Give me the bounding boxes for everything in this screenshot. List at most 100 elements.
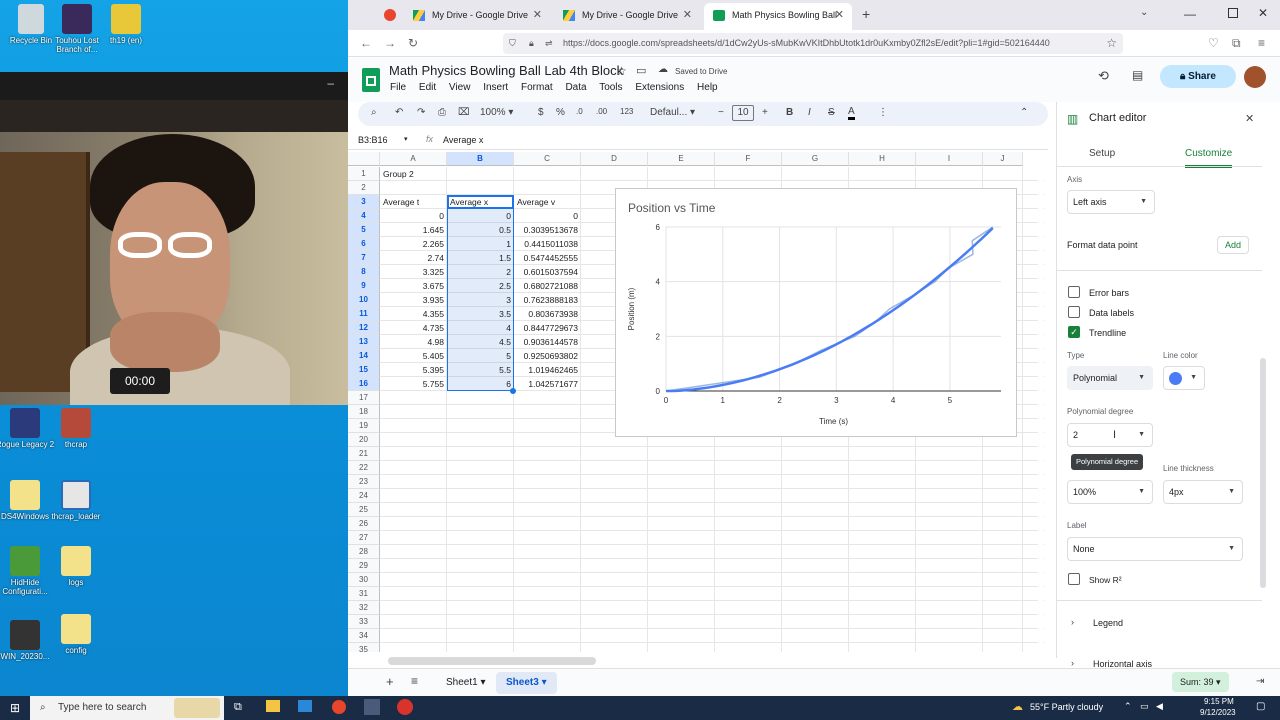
strikethrough-button[interactable]: S [828, 107, 835, 118]
font-size-input[interactable]: 10 [732, 105, 754, 121]
new-tab-icon[interactable]: + [862, 6, 870, 22]
reload-icon[interactable]: ↻ [408, 36, 418, 50]
column-header-d[interactable]: D [581, 152, 648, 166]
sum-display[interactable]: Sum: 39 ▾ [1172, 672, 1229, 692]
undo-icon[interactable]: ↶ [395, 107, 403, 118]
row-header[interactable]: 15 [348, 363, 380, 377]
pocket-icon[interactable]: ♡ [1208, 36, 1219, 50]
column-header-e[interactable]: E [648, 152, 715, 166]
error-bars-checkbox[interactable] [1068, 286, 1080, 298]
close-icon[interactable]: ✕ [1245, 112, 1254, 125]
row-header[interactable]: 19 [348, 419, 380, 433]
data-cell[interactable]: 0.6802721088 [514, 279, 581, 293]
data-cell[interactable]: 2 [447, 265, 514, 279]
cell-a1[interactable]: Group 2 [380, 167, 447, 181]
more-formats-button[interactable]: 123 [620, 107, 633, 116]
menu-insert[interactable]: Insert [483, 82, 508, 93]
legend-section[interactable]: Legend [1093, 618, 1123, 628]
chevron-right-icon[interactable]: › [1071, 658, 1074, 668]
data-cell[interactable]: 5.405 [380, 349, 447, 363]
sheet-tab-sheet1[interactable]: Sheet1 ▾ [438, 672, 494, 694]
clock-time[interactable]: 9:15 PM [1204, 697, 1234, 706]
data-cell[interactable]: 0.7623888183 [514, 293, 581, 307]
desktop-icon-thcrap-loader[interactable]: thcrap_loader [45, 480, 107, 521]
row-header[interactable]: 6 [348, 237, 380, 251]
font-size-decrease-icon[interactable]: − [718, 107, 724, 118]
row-header[interactable]: 28 [348, 545, 380, 559]
data-cell[interactable]: 3.675 [380, 279, 447, 293]
row-header[interactable]: 20 [348, 433, 380, 447]
menu-extensions[interactable]: Extensions [635, 82, 684, 93]
row-header[interactable]: 35 [348, 643, 380, 652]
data-cell[interactable]: 3.5 [447, 307, 514, 321]
data-cell[interactable]: 0 [514, 209, 581, 223]
row-header[interactable]: 8 [348, 265, 380, 279]
firefox-icon[interactable] [332, 700, 346, 714]
currency-button[interactable]: $ [538, 107, 544, 118]
data-cell[interactable]: 4 [447, 321, 514, 335]
tab-my-drive-1[interactable]: My Drive - Google Drive ✕ [404, 3, 550, 30]
row-header[interactable]: 9 [348, 279, 380, 293]
polynomial-degree-select[interactable]: 2 ▼ [1067, 423, 1153, 447]
column-title-cell[interactable]: Average x [447, 195, 514, 209]
clock-date[interactable]: 9/12/2023 [1200, 708, 1236, 717]
name-box[interactable]: B3:B16 [358, 135, 388, 145]
close-window-icon[interactable]: ✕ [1258, 6, 1268, 20]
maximize-icon[interactable] [1228, 8, 1238, 18]
column-header-i[interactable]: I [916, 152, 983, 166]
data-cell[interactable]: 4.355 [380, 307, 447, 321]
tray-chevron-icon[interactable]: ⌃ [1124, 701, 1132, 712]
trendline-label-select[interactable]: None ▼ [1067, 537, 1243, 561]
search-menus-icon[interactable]: ⌕ [371, 107, 377, 118]
row-header[interactable]: 25 [348, 503, 380, 517]
column-header-j[interactable]: J [983, 152, 1023, 166]
star-icon[interactable]: ☆ [616, 64, 627, 78]
close-icon[interactable]: ✕ [533, 3, 542, 28]
row-header[interactable]: 30 [348, 573, 380, 587]
bold-button[interactable]: B [786, 107, 793, 118]
line-color-select[interactable]: ▼ [1163, 366, 1205, 390]
data-cell[interactable]: 2.5 [447, 279, 514, 293]
menu-edit[interactable]: Edit [419, 82, 436, 93]
avatar[interactable] [1244, 66, 1266, 88]
add-sheet-icon[interactable]: + [386, 674, 394, 689]
chart[interactable]: Position vs Time 0 1 2 3 4 5 0 2 4 6 Time (s) Posit… [615, 188, 1017, 437]
data-cell[interactable]: 4.735 [380, 321, 447, 335]
font-select[interactable]: Defaul... ▾ [650, 107, 695, 118]
row-header[interactable]: 16 [348, 377, 380, 391]
row-header[interactable]: 18 [348, 405, 380, 419]
minimize-icon[interactable]: – [327, 76, 334, 90]
list-tabs-icon[interactable]: ⌄ [1140, 7, 1148, 18]
increase-decimal-button[interactable]: .00 [596, 107, 607, 116]
firefox-view-icon[interactable] [384, 9, 396, 21]
desktop-icon-th19[interactable]: th19 (en) [95, 4, 157, 45]
row-header[interactable]: 12 [348, 321, 380, 335]
decrease-decimal-button[interactable]: .0 [576, 107, 583, 116]
trendline-checkbox[interactable]: ✓ [1068, 326, 1080, 338]
data-cell[interactable]: 5.755 [380, 377, 447, 391]
print-icon[interactable]: ⎙ [438, 107, 446, 118]
data-cell[interactable]: 0.4415011038 [514, 237, 581, 251]
camera-app-icon[interactable] [364, 699, 380, 715]
add-button[interactable]: Add [1217, 236, 1249, 254]
row-header[interactable]: 4 [348, 209, 380, 223]
data-cell[interactable]: 0.9250693802 [514, 349, 581, 363]
data-cell[interactable]: 0.8447729673 [514, 321, 581, 335]
data-cell[interactable]: 3.325 [380, 265, 447, 279]
menu-tools[interactable]: Tools [599, 82, 622, 93]
close-icon[interactable]: ✕ [835, 3, 844, 28]
data-cell[interactable]: 0.5474452555 [514, 251, 581, 265]
permissions-icon[interactable]: ⇌ [545, 33, 553, 54]
row-header[interactable]: 2 [348, 181, 380, 195]
italic-button[interactable]: I [808, 107, 811, 118]
desktop-icon-thcrap[interactable]: thcrap [45, 408, 107, 449]
row-header[interactable]: 24 [348, 489, 380, 503]
desktop-icon-config[interactable]: config [45, 614, 107, 655]
row-header[interactable]: 13 [348, 335, 380, 349]
row-header[interactable]: 5 [348, 223, 380, 237]
row-header[interactable]: 10 [348, 293, 380, 307]
side-panel-icon[interactable]: ⇥ [1256, 676, 1264, 687]
row-header[interactable]: 23 [348, 475, 380, 489]
row-header[interactable]: 22 [348, 461, 380, 475]
extensions-icon[interactable]: ⧉ [1232, 36, 1241, 51]
